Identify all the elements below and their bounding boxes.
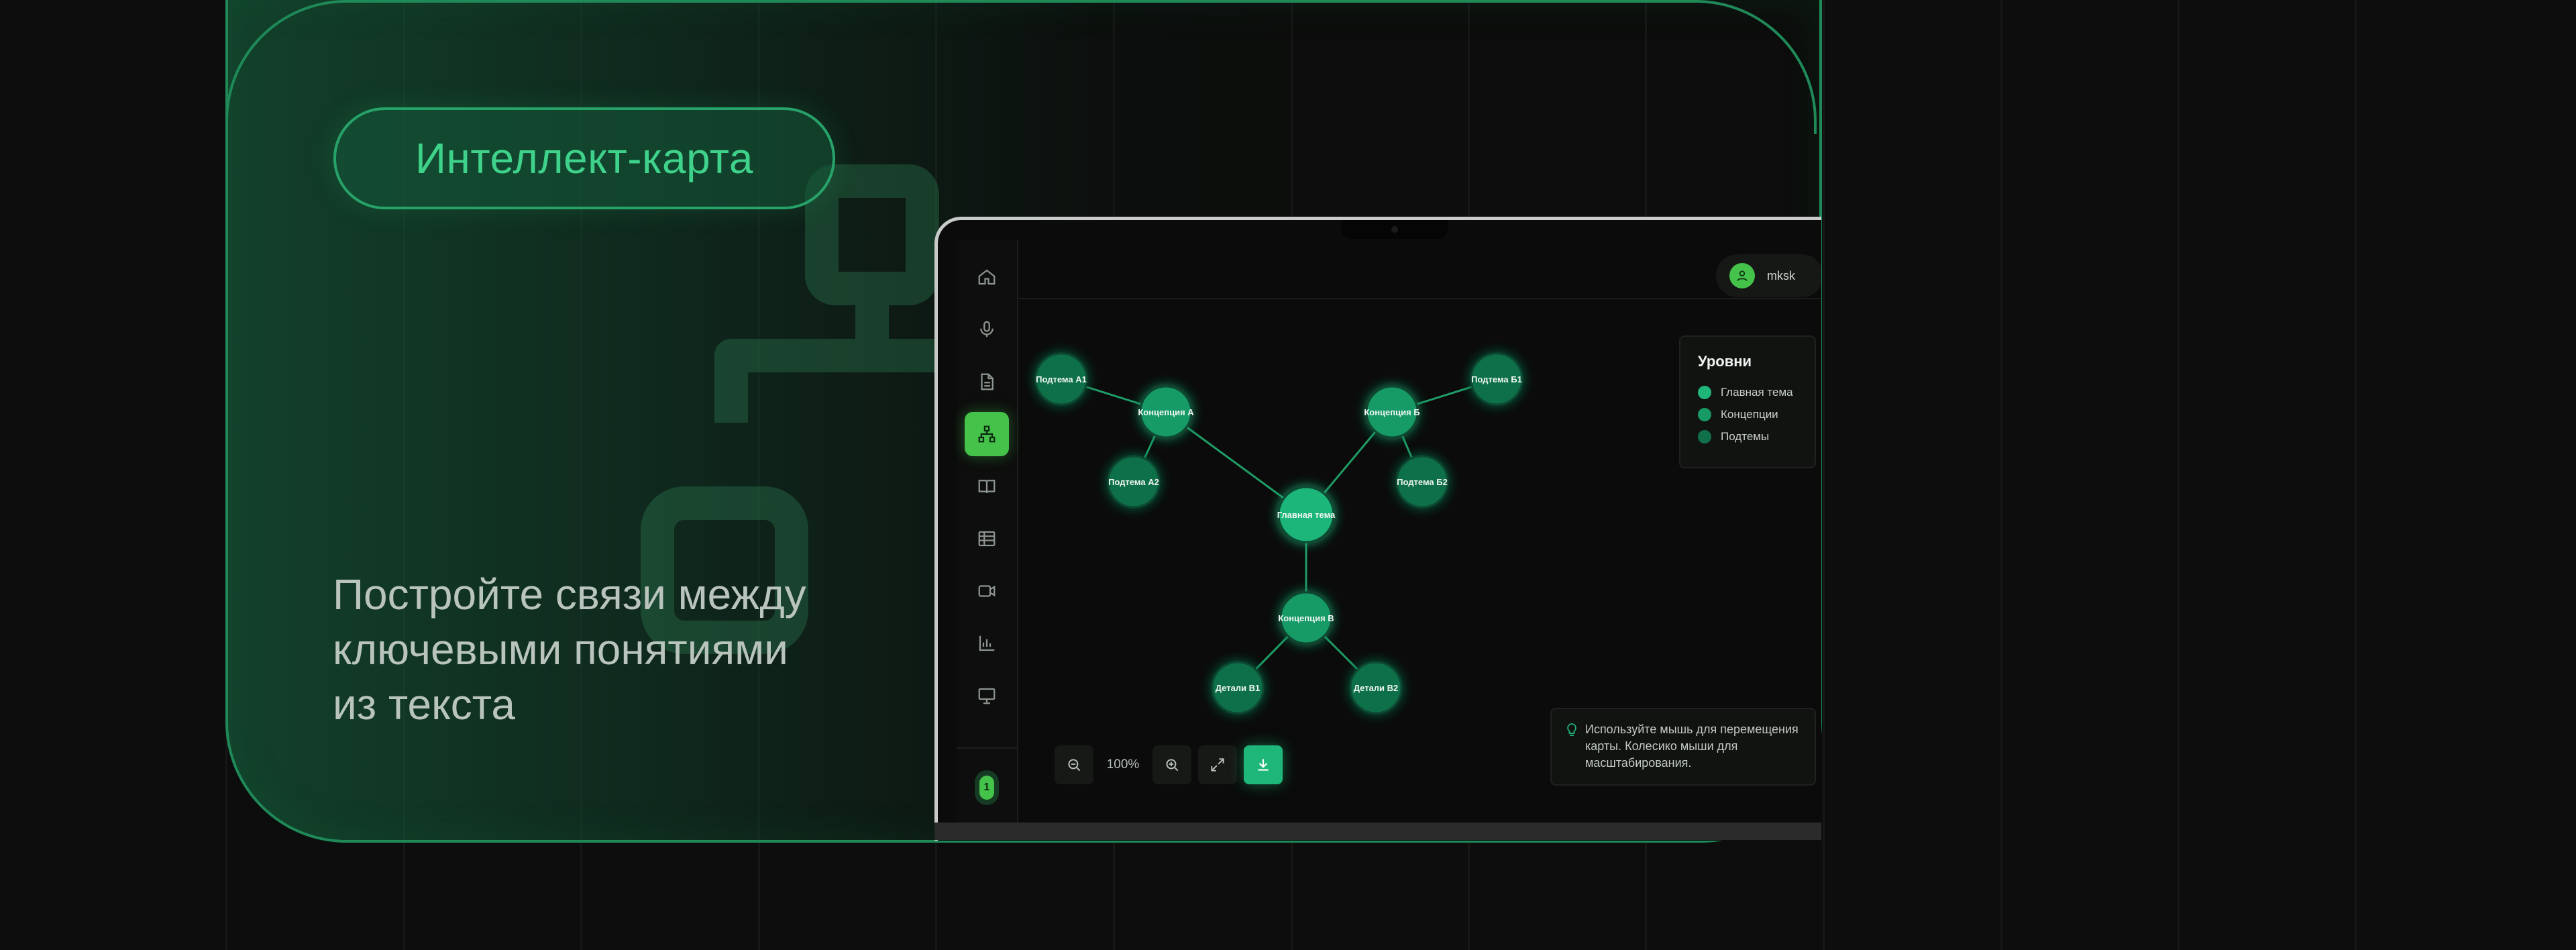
bg-grid-line [2000,0,2002,950]
download-button[interactable] [1244,745,1283,784]
map-node-a2[interactable]: Подтема A2 [1107,455,1161,509]
laptop-hinge [934,823,1821,840]
map-node-label: Детали В1 [1216,683,1260,693]
map-node-a[interactable]: Концепция A [1138,385,1194,439]
legend-dot-main [1698,386,1711,399]
map-node-c2[interactable]: Детали В2 [1349,661,1403,715]
legend-item: Главная тема [1698,384,1793,401]
legend-label: Концепции [1721,408,1778,421]
map-node-label: Концепция A [1138,407,1194,417]
map-node-label: Концепция В [1278,613,1334,623]
map-node-label: Подтема A1 [1036,374,1087,384]
zoom-in-icon [1166,759,1179,772]
legend-item: Подтемы [1698,428,1769,445]
bg-grid-line [2178,0,2180,950]
map-node-b2[interactable]: Подтема Б2 [1395,455,1449,509]
map-node-b[interactable]: Концепция Б [1364,385,1420,439]
map-node-label: Подтема Б1 [1471,374,1522,384]
map-node-label: Подтема A2 [1108,477,1159,487]
legend-dot-subtopic [1698,430,1711,443]
map-node-label: Детали В2 [1354,683,1399,693]
legend-dot-concept [1698,408,1711,421]
map-node-b1[interactable]: Подтема Б1 [1470,352,1523,406]
zoom-out-button[interactable] [1055,745,1093,784]
hint-text: Используйте мышь для перемещения карты. … [1585,723,1799,770]
feature-badge-label: Интеллект-карта [415,134,753,182]
map-node-label: Концепция Б [1364,407,1419,417]
legend-label: Главная тема [1721,386,1793,399]
tagline-line: из текста [333,680,515,729]
tagline: Постройте связи между ключевыми понятиям… [333,567,936,732]
map-node-a1[interactable]: Подтема A1 [1034,352,1088,406]
bg-grid-line [1823,0,1825,950]
levels-legend: Уровни Главная тема Концепции Подтемы [1679,335,1816,468]
map-node-c[interactable]: Концепция В [1278,591,1334,645]
help-hint: Используйте мышь для перемещения карты. … [1550,708,1816,786]
legend-item: Концепции [1698,406,1778,423]
fit-screen-button[interactable] [1198,745,1237,784]
zoom-out-icon [1068,759,1081,772]
bg-grid-line [2355,0,2357,950]
map-node-label: Подтема Б2 [1397,477,1448,487]
map-node-c1[interactable]: Детали В1 [1211,661,1265,715]
map-node-label: Главная тема [1277,510,1336,520]
expand-icon [1211,758,1224,772]
zoom-level: 100% [1106,757,1140,772]
laptop-screen: 1 mksk Главная тема Концепция A Концепция … [934,217,1821,841]
map-node-root[interactable]: Главная тема [1277,486,1336,543]
lightbulb-icon [1567,723,1576,736]
tagline-line: ключевыми понятиями [333,625,788,674]
tagline-line: Постройте связи между [333,570,806,619]
map-toolbar: 100% [1055,743,1283,786]
legend-title: Уровни [1698,353,1752,370]
feature-badge: Интеллект-карта [333,107,835,209]
download-icon [1258,759,1269,771]
zoom-in-button[interactable] [1152,745,1191,784]
legend-label: Подтемы [1721,430,1770,443]
